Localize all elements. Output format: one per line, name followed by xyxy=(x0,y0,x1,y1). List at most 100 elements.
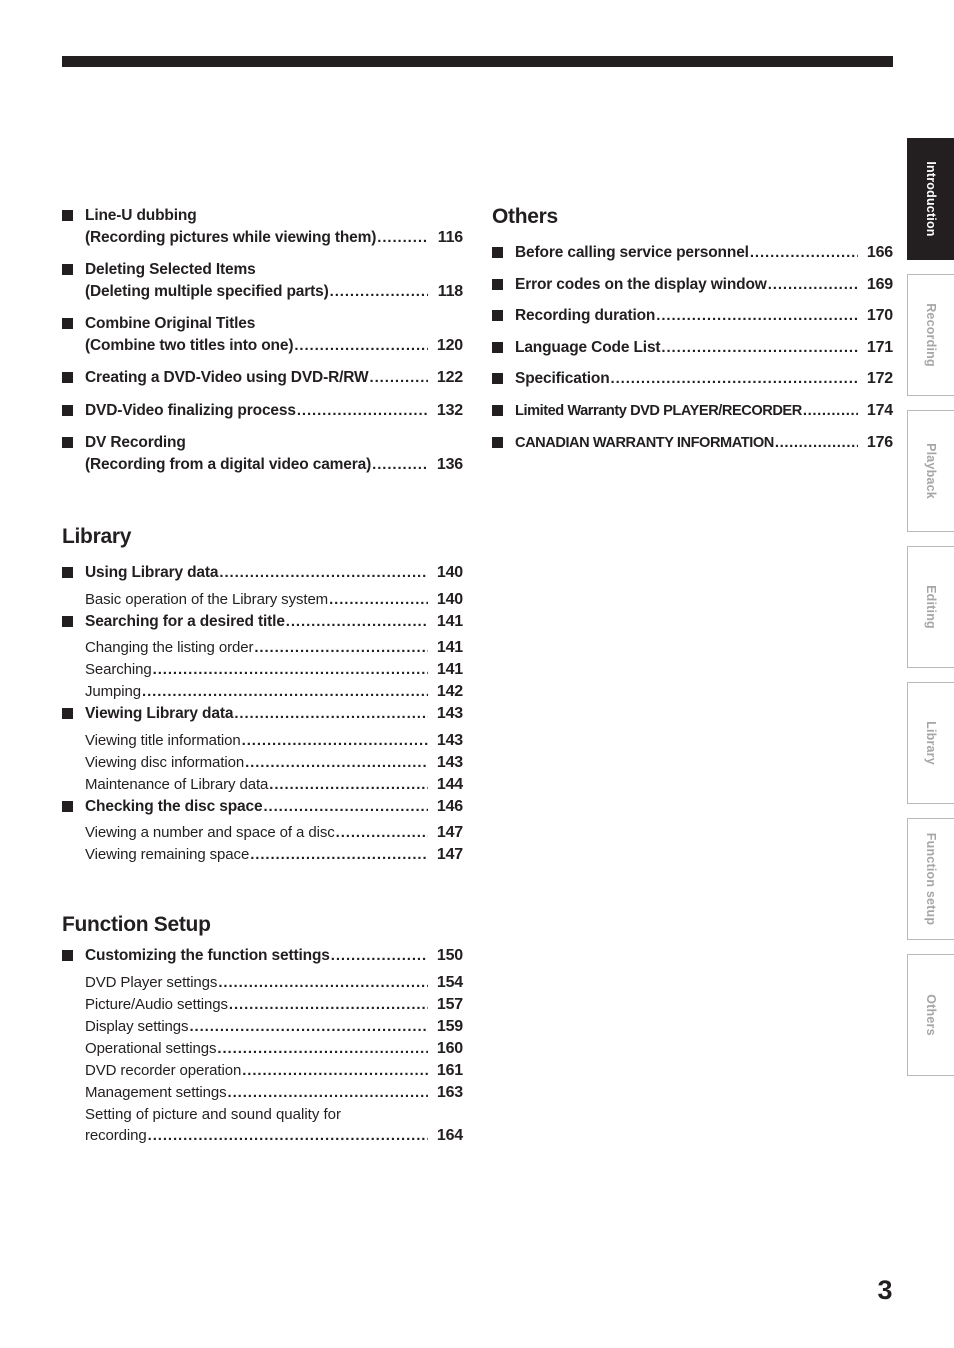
toc-subentry[interactable]: Searching...............................… xyxy=(62,659,463,680)
side-tab-strip: Introduction Recording Playback Editing Libr… xyxy=(907,138,954,1090)
toc-entry[interactable]: Customizing the function settings.......… xyxy=(62,945,463,967)
toc-entry-title-line: (Recording pictures while viewing them) xyxy=(85,228,377,246)
toc-entry[interactable]: CANADIAN WARRANTY INFORMATION...........… xyxy=(492,432,893,455)
toc-page-number: 143 xyxy=(436,753,463,771)
toc-page-number: 161 xyxy=(436,1061,463,1079)
dot-leader: ........................................… xyxy=(610,370,858,388)
dot-leader: ........................................… xyxy=(774,434,858,452)
toc-page-number: 144 xyxy=(436,775,463,793)
toc-subentry[interactable]: Display settings........................… xyxy=(62,1016,463,1037)
toc-entry[interactable]: Viewing Library data....................… xyxy=(62,703,463,725)
toc-entry-title-line: Viewing title information xyxy=(85,731,241,749)
toc-subentry[interactable]: DVD recorder operation..................… xyxy=(62,1060,463,1081)
toc-page-number: 140 xyxy=(436,590,463,608)
toc-entry[interactable]: Limited Warranty DVD PLAYER/RECORDER....… xyxy=(492,400,893,423)
toc-entry[interactable]: Checking the disc space.................… xyxy=(62,796,463,818)
square-bullet-icon xyxy=(492,373,503,385)
toc-entry[interactable]: DV Recording (Recording from a digital vi… xyxy=(62,432,463,475)
toc-entry-title-line: Viewing remaining space xyxy=(85,846,250,864)
toc-entry-title-line: Checking the disc space xyxy=(85,797,263,815)
toc-entry-title-line: Specification xyxy=(515,370,610,388)
toc-subentry[interactable]: Basic operation of the Library system...… xyxy=(62,589,463,610)
toc-entry-title-line: DVD Player settings xyxy=(85,973,218,991)
toc-subentry[interactable]: Viewing disc information................… xyxy=(62,752,463,773)
toc-page-number: 143 xyxy=(436,731,463,749)
side-tab-editing[interactable]: Editing xyxy=(907,546,954,668)
side-tab-introduction[interactable]: Introduction xyxy=(907,138,954,260)
toc-subentry[interactable]: Jumping.................................… xyxy=(62,681,463,702)
side-tab-label: Recording xyxy=(924,303,938,367)
toc-subentry[interactable]: Picture/Audio settings..................… xyxy=(62,994,463,1015)
toc-entry[interactable]: Using Library data......................… xyxy=(62,562,463,584)
toc-page-number: 160 xyxy=(436,1039,463,1057)
square-bullet-icon xyxy=(492,247,503,259)
dot-leader: ........................................… xyxy=(263,797,428,815)
toc-subentry[interactable]: Viewing remaining space.................… xyxy=(62,844,463,865)
toc-entry-title-line: CANADIAN WARRANTY INFORMATION xyxy=(515,435,774,452)
toc-page-number: 159 xyxy=(436,1017,463,1035)
toc-entry[interactable]: Language Code List......................… xyxy=(492,337,893,359)
toc-page-number: 157 xyxy=(436,995,463,1013)
dot-leader: ........................................… xyxy=(228,995,428,1013)
toc-subentry[interactable]: Changing the listing order..............… xyxy=(62,637,463,658)
dot-leader: ........................................… xyxy=(656,307,858,325)
toc-entry-title-line: Error codes on the display window xyxy=(515,275,767,293)
side-tab-others[interactable]: Others xyxy=(907,954,954,1076)
toc-page-number: 120 xyxy=(436,336,463,354)
toc-entry-title-line: recording xyxy=(85,1126,147,1144)
toc-entry-title-line: Limited Warranty DVD PLAYER/RECORDER xyxy=(515,402,802,419)
dot-leader: ........................................… xyxy=(227,1083,428,1101)
header-rule xyxy=(62,56,893,67)
toc-subentry[interactable]: Maintenance of Library data.............… xyxy=(62,774,463,795)
toc-entry-title-line: Deleting Selected Items xyxy=(85,261,256,278)
dot-leader: ........................................… xyxy=(369,369,428,386)
side-tab-playback[interactable]: Playback xyxy=(907,410,954,532)
toc-subentry[interactable]: Management settings.....................… xyxy=(62,1082,463,1103)
toc-entry-title-line: Recording duration xyxy=(515,307,656,325)
dot-leader: ........................................… xyxy=(294,336,428,354)
square-bullet-icon xyxy=(62,437,73,448)
toc-entry[interactable]: Deleting Selected Items (Deleting multipl… xyxy=(62,259,463,302)
toc-entry[interactable]: Combine Original Titles (Combine two titl… xyxy=(62,313,463,356)
toc-entry-title-line: Customizing the function settings xyxy=(85,947,330,965)
toc-page-number: 166 xyxy=(866,244,893,262)
dot-leader: ........................................… xyxy=(217,1039,428,1057)
dot-leader: ........................................… xyxy=(377,228,428,246)
toc-subentry[interactable]: DVD Player settings.....................… xyxy=(62,972,463,993)
toc-entry[interactable]: Line-U dubbing (Recording pictures while … xyxy=(62,205,463,248)
toc-page-number: 122 xyxy=(436,369,463,386)
toc-subentry[interactable]: Setting of picture and sound quality for… xyxy=(62,1104,463,1146)
toc-entry[interactable]: DVD-Video finalizing process............… xyxy=(62,400,463,422)
dot-leader: ........................................… xyxy=(218,973,428,991)
dot-leader: ........................................… xyxy=(189,1017,428,1035)
toc-entry[interactable]: Recording duration......................… xyxy=(492,305,893,327)
toc-entry-title-line: Line-U dubbing xyxy=(85,207,197,224)
toc-entry[interactable]: Searching for a desired title...........… xyxy=(62,611,463,633)
toc-entry[interactable]: Before calling service personnel........… xyxy=(492,242,893,264)
square-bullet-icon xyxy=(62,567,73,579)
side-tab-recording[interactable]: Recording xyxy=(907,274,954,396)
toc-entry[interactable]: Error codes on the display window.......… xyxy=(492,274,893,296)
toc-page-number: 172 xyxy=(866,370,893,388)
dot-leader: ........................................… xyxy=(269,775,428,793)
dot-leader: ........................................… xyxy=(245,753,428,771)
square-bullet-icon xyxy=(62,615,73,627)
toc-entry-title-line: Basic operation of the Library system xyxy=(85,590,329,608)
toc-entry-title-line: Creating a DVD-Video using DVD-R/RW xyxy=(85,369,369,386)
side-tab-function-setup[interactable]: Function setup xyxy=(907,818,954,940)
side-tab-label: Editing xyxy=(924,585,938,629)
toc-entry[interactable]: Creating a DVD-Video using DVD-R/RW.....… xyxy=(62,367,463,389)
toc-entry-title-line: Searching xyxy=(85,661,152,679)
square-bullet-icon xyxy=(62,318,73,329)
toc-entry-title-line: Changing the listing order xyxy=(85,639,254,657)
toc-entry-title-line: Display settings xyxy=(85,1017,189,1035)
toc-subentry[interactable]: Operational settings....................… xyxy=(62,1038,463,1059)
toc-entry[interactable]: Specification...........................… xyxy=(492,368,893,390)
side-tab-library[interactable]: Library xyxy=(907,682,954,804)
toc-page-number: 136 xyxy=(436,455,463,473)
toc-subentry[interactable]: Viewing a number and space of a disc....… xyxy=(62,822,463,843)
side-tab-label: Others xyxy=(924,994,938,1036)
toc-subentry[interactable]: Viewing title information...............… xyxy=(62,730,463,751)
dot-leader: ........................................… xyxy=(802,401,858,419)
toc-page-number: 169 xyxy=(866,275,893,293)
